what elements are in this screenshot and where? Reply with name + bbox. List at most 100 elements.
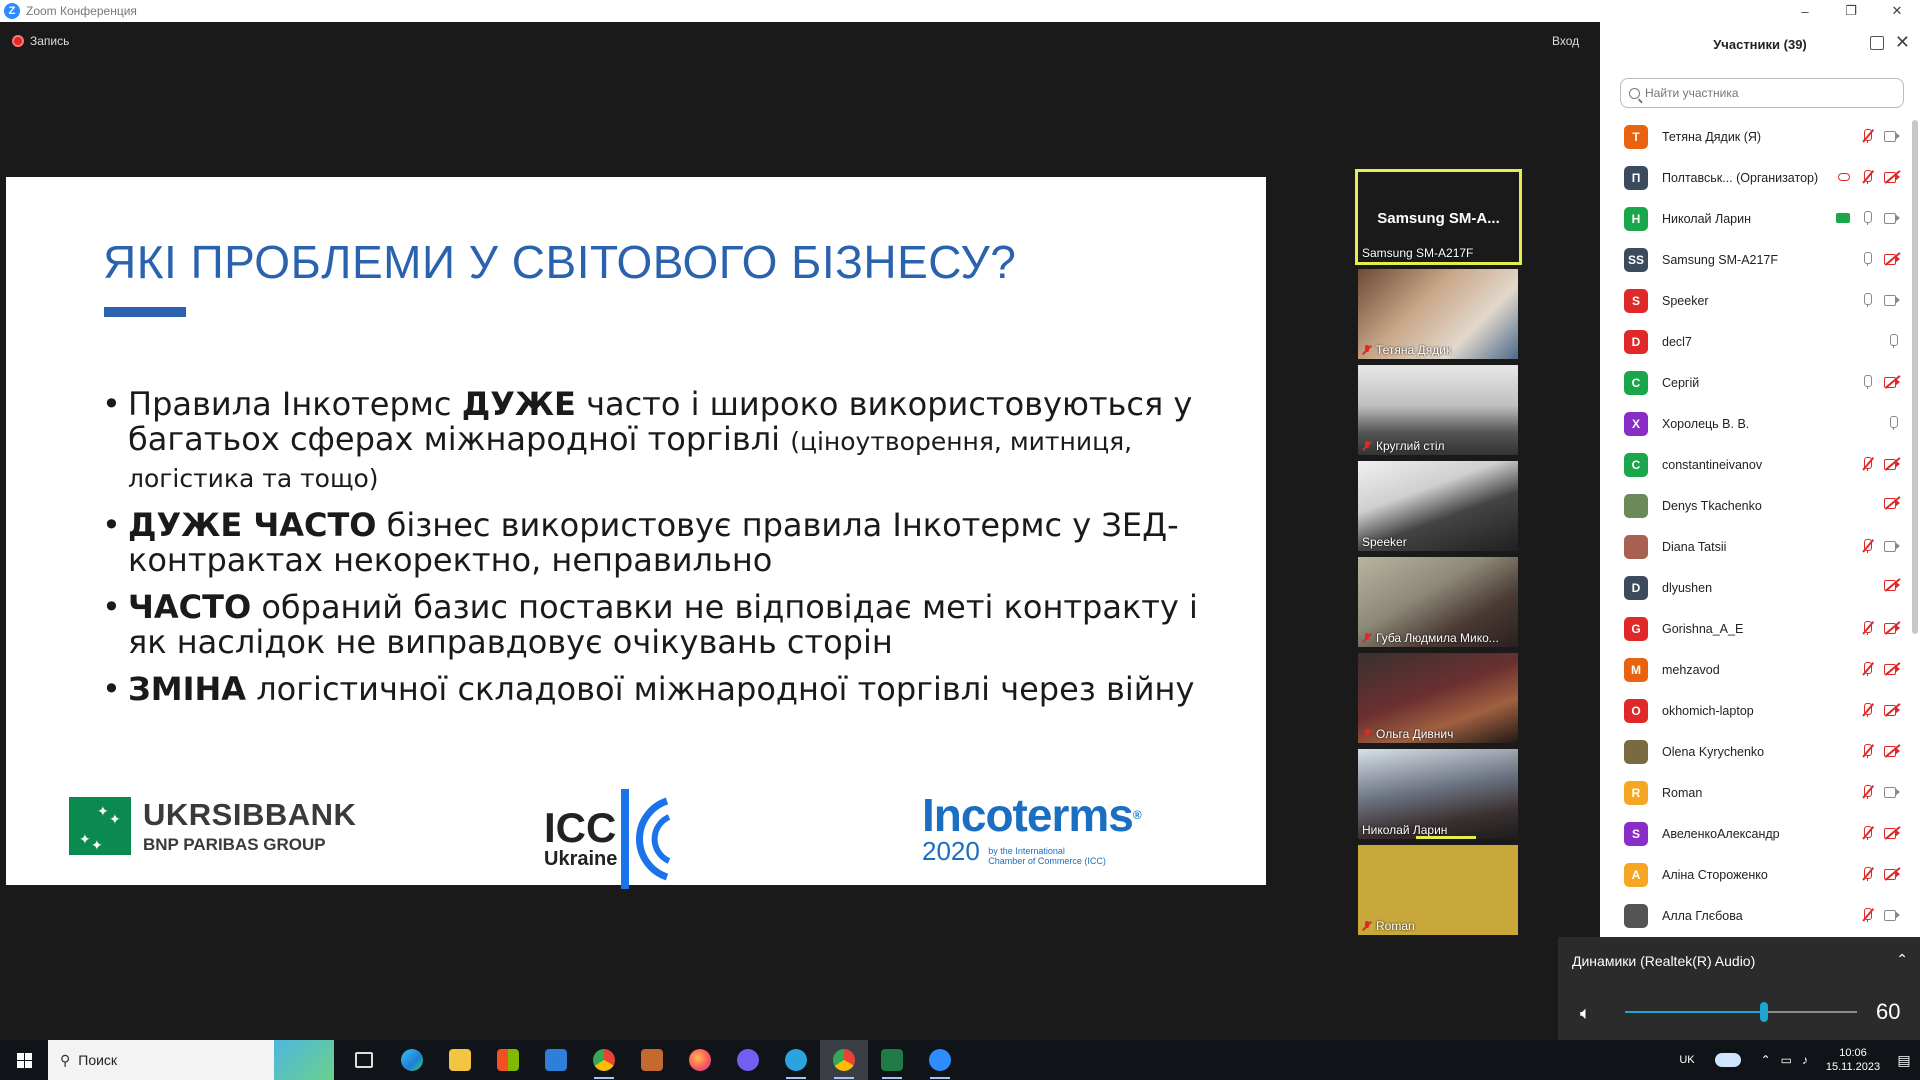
participant-name: Сергій <box>1662 375 1700 390</box>
window-title: Zoom Конференция <box>26 4 137 18</box>
video-tile[interactable]: Губа Людмила Мико... <box>1358 557 1518 647</box>
minimize-button[interactable]: – <box>1782 0 1828 22</box>
participant-name: Аліна Стороженко <box>1662 867 1768 882</box>
chevron-up-icon[interactable]: ⌃ <box>1761 1053 1771 1067</box>
taskbar-telegram[interactable] <box>772 1040 820 1080</box>
restore-button[interactable]: ❐ <box>1828 0 1874 22</box>
volume-slider[interactable] <box>1625 1002 1857 1022</box>
taskbar-store[interactable] <box>484 1040 532 1080</box>
camera-icon <box>1884 909 1900 921</box>
participant-row[interactable]: Х Хоролець В. В. <box>1600 403 1910 444</box>
mic-icon <box>1860 292 1874 308</box>
participant-row[interactable]: Н Николай Ларин <box>1600 198 1910 239</box>
participant-row[interactable]: A Аліна Стороженко <box>1600 854 1910 895</box>
slide-bullets: Правила Інкотермс ДУЖЕ часто і широко ви… <box>102 387 1202 719</box>
volume-icon[interactable]: ♪ <box>1802 1053 1808 1067</box>
popout-icon[interactable] <box>1870 36 1884 50</box>
recording-indicator[interactable]: Запись <box>12 34 69 48</box>
cloud-recording-icon <box>1838 173 1850 181</box>
taskbar-chrome-profile[interactable] <box>820 1040 868 1080</box>
incoterms-name: Incoterms <box>922 789 1134 841</box>
mic-icon <box>1860 374 1874 390</box>
store-icon <box>497 1049 519 1071</box>
participant-row[interactable]: Ookhomich-laptop <box>1600 690 1910 731</box>
chevron-up-icon[interactable]: ⌃ <box>1896 951 1908 968</box>
camera-off-icon <box>1884 457 1901 471</box>
system-clock[interactable]: 10:06 15.11.2023 <box>1818 1046 1888 1074</box>
video-tile[interactable]: Roman <box>1358 845 1518 935</box>
participant-search[interactable] <box>1620 78 1904 108</box>
participant-row[interactable]: Алла Глєбова <box>1600 895 1910 936</box>
participant-row[interactable]: Т Тетяна Дядик (Я) <box>1600 116 1910 157</box>
taskbar-excel[interactable] <box>868 1040 916 1080</box>
participant-row[interactable]: S АвеленкоАлександр <box>1600 813 1910 854</box>
network-icon[interactable]: ▭ <box>1781 1053 1792 1067</box>
incoterms-byline-1: by the International <box>988 845 1065 856</box>
active-speaker-tile[interactable]: Samsung SM-A... Samsung SM-A217F <box>1355 169 1522 265</box>
mic-muted-icon <box>1860 538 1874 554</box>
language-indicator[interactable]: UK <box>1679 1054 1694 1066</box>
search-icon <box>1629 87 1640 99</box>
participants-scrollbar[interactable] <box>1912 120 1918 634</box>
video-tile[interactable]: Круглий стіл <box>1358 365 1518 455</box>
taskbar-app[interactable] <box>628 1040 676 1080</box>
taskbar-search[interactable]: ⚲ Поиск <box>48 1040 334 1080</box>
participant-row[interactable]: Ddecl7 <box>1600 321 1910 362</box>
task-view-button[interactable] <box>340 1040 388 1080</box>
taskbar-edge[interactable] <box>388 1040 436 1080</box>
avatar: C <box>1624 370 1648 395</box>
participant-row[interactable]: C Сергій <box>1600 362 1910 403</box>
close-window-button[interactable]: ✕ <box>1874 0 1920 22</box>
taskbar-firefox[interactable] <box>676 1040 724 1080</box>
video-tile[interactable]: Тетяна Дядик <box>1358 269 1518 359</box>
speaker-icon[interactable]: 🔈︎ <box>1580 1003 1591 1024</box>
participant-row[interactable]: S Speeker <box>1600 280 1910 321</box>
participant-row[interactable]: Ddlyushen <box>1600 567 1910 608</box>
camera-off-icon <box>1884 867 1901 881</box>
taskbar-chrome[interactable] <box>580 1040 628 1080</box>
participant-search-input[interactable] <box>1645 86 1885 100</box>
video-tile-label: Тетяна Дядик <box>1362 343 1451 357</box>
avatar: M <box>1624 657 1648 682</box>
participant-row[interactable]: SS Samsung SM-A217F <box>1600 239 1910 280</box>
icc-country: Ukraine <box>544 847 618 870</box>
participant-name: dlyushen <box>1662 580 1713 595</box>
participant-row[interactable]: Cconstantineivanov <box>1600 444 1910 485</box>
volume-slider-thumb[interactable] <box>1760 1002 1769 1022</box>
enter-button[interactable]: Вход <box>1552 34 1579 48</box>
camera-off-icon <box>1884 621 1901 635</box>
avatar: S <box>1624 821 1648 846</box>
video-tile[interactable]: Николай Ларин <box>1358 749 1518 839</box>
onedrive-cloud-icon[interactable] <box>1714 1053 1741 1067</box>
mic-muted-icon <box>1860 907 1874 923</box>
participant-name: Тетяна Дядик (Я) <box>1662 129 1762 144</box>
incoterms-byline-2: Chamber of Commerce (ICC) <box>988 855 1106 866</box>
participant-row[interactable]: Mmehzavod <box>1600 649 1910 690</box>
camera-off-icon <box>1884 496 1901 510</box>
participant-row[interactable]: Denys Tkachenko <box>1600 485 1910 526</box>
participant-row[interactable]: Olena Kyrychenko <box>1600 731 1910 772</box>
mic-muted-icon <box>1362 921 1372 931</box>
close-icon[interactable]: ✕ <box>1895 32 1910 53</box>
taskbar-explorer[interactable] <box>436 1040 484 1080</box>
mic-icon <box>1886 333 1900 349</box>
avatar: C <box>1624 452 1648 477</box>
zoom-app-icon: Z <box>4 3 20 19</box>
taskbar-zoom[interactable] <box>916 1040 964 1080</box>
participant-name: Diana Tatsii <box>1662 539 1727 554</box>
participant-row[interactable]: Diana Tatsii <box>1600 526 1910 567</box>
taskbar-mail[interactable] <box>532 1040 580 1080</box>
notification-icon[interactable]: ▤ <box>1888 1052 1920 1069</box>
video-tile[interactable]: Speeker <box>1358 461 1518 551</box>
participant-row[interactable]: G Gorishna_A_E <box>1600 608 1910 649</box>
start-button[interactable] <box>0 1040 48 1080</box>
camera-off-icon <box>1884 703 1901 717</box>
participant-name: Николай Ларин <box>1662 211 1751 226</box>
video-tile[interactable]: Ольга Дивнич <box>1358 653 1518 743</box>
avatar <box>1624 534 1648 559</box>
zoom-icon <box>929 1049 951 1071</box>
camera-icon <box>1884 294 1900 306</box>
taskbar-viber[interactable] <box>724 1040 772 1080</box>
participant-row[interactable]: П Полтавськ... (Организатор) <box>1600 157 1910 198</box>
participant-row[interactable]: R Roman <box>1600 772 1910 813</box>
